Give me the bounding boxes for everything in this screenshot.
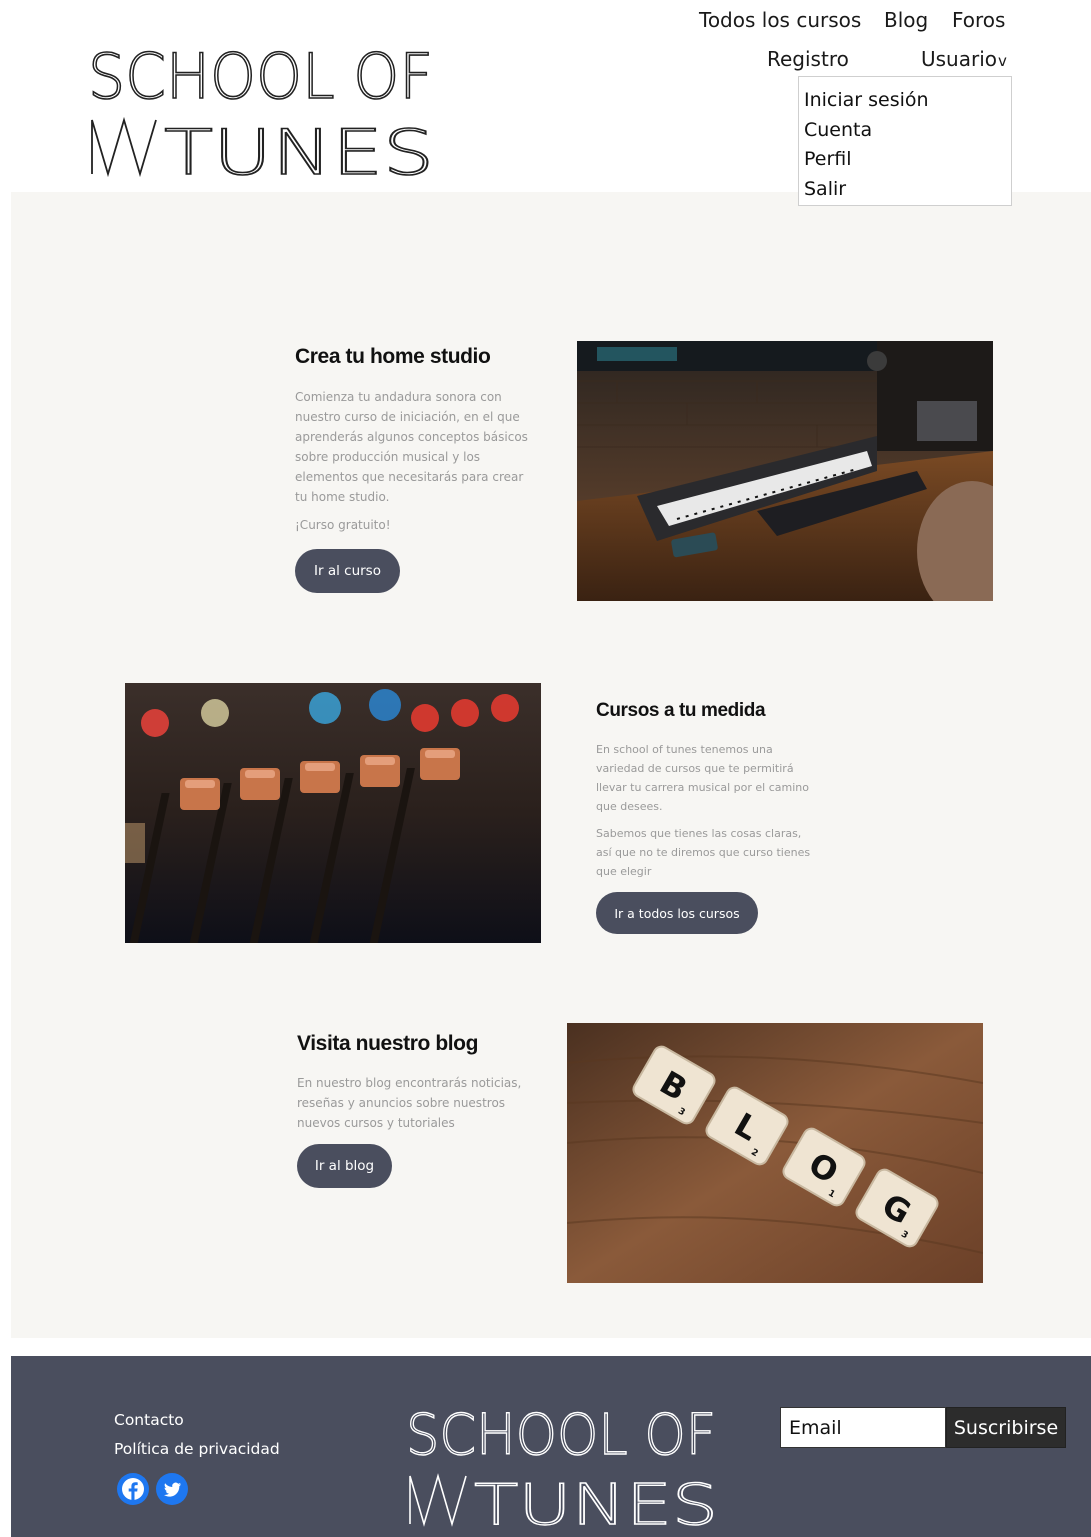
menu-item-logout[interactable]: Salir [804, 175, 1011, 205]
mixing-console-photo [125, 683, 541, 943]
home-studio-photo [577, 341, 993, 601]
logo-line1: SCHOOL OF [88, 40, 433, 113]
chevron-down-icon: v [998, 52, 1007, 70]
courses-paragraph-2: Sabemos que tienes las cosas claras, así… [596, 827, 811, 878]
footer-contact-link[interactable]: Contacto [114, 1411, 184, 1429]
nav-user-label: Usuario [921, 47, 998, 71]
blog-text: En nuestro blog encontrarás noticias, re… [297, 1073, 527, 1141]
courses-title: Cursos a tu medida [596, 700, 766, 721]
footer-logo-mu-glyph [409, 1473, 467, 1527]
go-to-blog-button[interactable]: Ir al blog [297, 1144, 392, 1188]
logo-line2: TUNES [164, 116, 434, 178]
home-studio-paragraph: Comienza tu andadura sonora con nuestro … [295, 390, 528, 504]
footer-privacy-link[interactable]: Política de privacidad [114, 1440, 280, 1458]
nav-forums[interactable]: Foros [952, 8, 1005, 32]
home-studio-free-note: ¡Curso gratuito! [295, 518, 391, 532]
nav-all-courses[interactable]: Todos los cursos [699, 8, 861, 32]
menu-item-account[interactable]: Cuenta [804, 116, 1011, 146]
home-studio-title: Crea tu home studio [295, 345, 491, 368]
user-dropdown-menu: Iniciar sesión Cuenta Perfil Salir [798, 76, 1012, 206]
footer-logo-line1: SCHOOL OF [406, 1403, 716, 1468]
logo-mu-glyph [91, 116, 157, 178]
footer-logo-line2: TUNES [474, 1473, 718, 1528]
go-to-course-button[interactable]: Ir al curso [295, 549, 400, 593]
courses-text: En school of tunes tenemos una variedad … [596, 740, 811, 889]
footer-logo[interactable]: SCHOOL OF TUNES [406, 1398, 721, 1528]
menu-item-profile[interactable]: Perfil [804, 145, 1011, 175]
nav-register[interactable]: Registro [767, 47, 849, 71]
blog-title: Visita nuestro blog [297, 1032, 479, 1055]
site-footer: Contacto Política de privacidad SCHOOL O… [11, 1356, 1091, 1537]
site-logo[interactable]: SCHOOL OF TUNES [88, 36, 438, 178]
courses-paragraph-1: En school of tunes tenemos una variedad … [596, 743, 809, 813]
home-studio-text: Comienza tu andadura sonora con nuestro … [295, 387, 530, 543]
twitter-icon[interactable] [156, 1473, 188, 1505]
subscribe-button[interactable]: Suscribirse [946, 1407, 1066, 1448]
blog-tiles-photo: B 3 L 2 O 1 G 3 [567, 1023, 983, 1283]
menu-item-login[interactable]: Iniciar sesión [804, 86, 1011, 116]
go-to-all-courses-button[interactable]: Ir a todos los cursos [596, 892, 758, 934]
newsletter-email-input[interactable] [780, 1407, 946, 1448]
nav-blog[interactable]: Blog [884, 8, 928, 32]
facebook-icon[interactable] [117, 1473, 149, 1505]
blog-paragraph: En nuestro blog encontrarás noticias, re… [297, 1076, 522, 1130]
nav-user-menu[interactable]: Usuariov [921, 47, 1007, 71]
